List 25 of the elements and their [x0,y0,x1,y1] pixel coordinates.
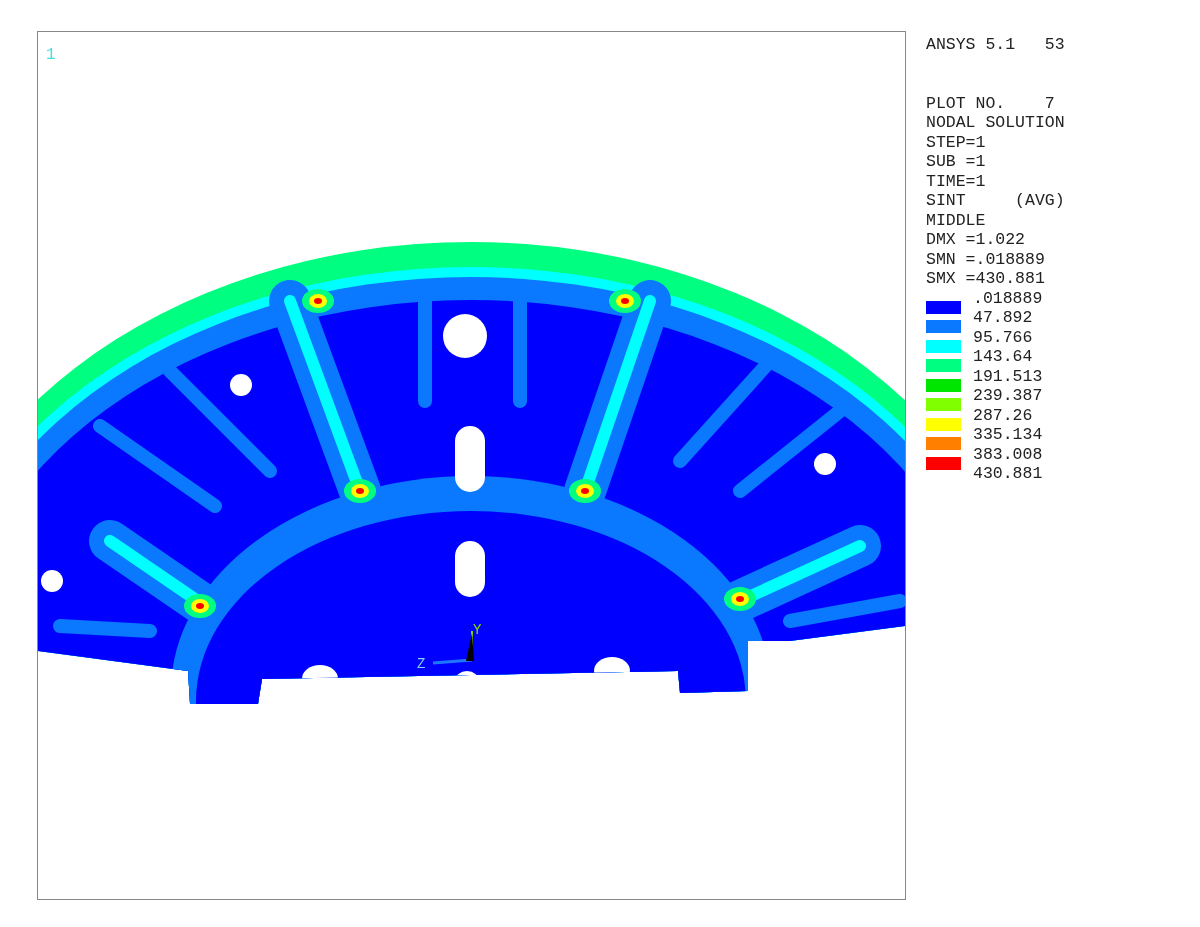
plot-info-line: SUB =1 [926,152,987,172]
plot-info-line: SINT (AVG) [926,191,1065,211]
contour-value: 239.387 [973,386,1043,406]
program-version: ANSYS 5.1 53 [926,35,1065,55]
plot-info-line: NODAL SOLUTION [926,113,1065,133]
contour-value: 287.26 [973,405,1034,425]
axis-triad-icon [432,630,474,665]
plot-info-line: PLOT NO. 7 [926,93,1056,113]
plot-info-line: MIDDLE [926,210,987,230]
contour-value: 143.64 [973,347,1034,367]
contour-value: .018889 [973,288,1043,308]
plot-info-line: TIME=1 [926,171,987,191]
plot-info-line: SMX =430.881 [926,269,1046,289]
contour-value: 95.766 [973,327,1034,347]
plot-info-line: DMX =1.022 [926,230,1027,250]
contour-value: 335.134 [973,425,1043,445]
axis-label: Z [417,656,426,672]
contour-value: 430.881 [973,464,1043,484]
window-number: 1 [46,46,56,64]
plot-info-line: STEP=1 [926,132,987,152]
axis-label: Y [473,622,482,638]
plot-info-line: SMN =.018889 [926,249,1046,269]
contour-value: 383.008 [973,444,1043,464]
contour-value: 191.513 [973,366,1043,386]
contour-value: 47.892 [973,308,1034,328]
